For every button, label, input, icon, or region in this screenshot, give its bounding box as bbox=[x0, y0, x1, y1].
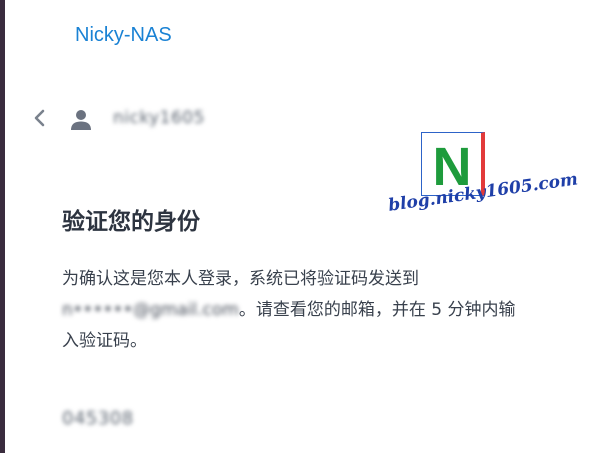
login-panel: Nicky-NAS nicky1605 N blog.nicky1605.com… bbox=[5, 0, 599, 453]
back-button[interactable] bbox=[30, 106, 50, 130]
username-label: nicky1605 bbox=[113, 108, 205, 128]
masked-email: n••••••@gmail.com bbox=[62, 300, 239, 320]
instruction-part1: 为确认这是您本人登录，系统已将验证码发送到 bbox=[62, 269, 419, 289]
verification-code-input[interactable]: 045308 bbox=[62, 408, 134, 429]
chevron-left-icon[interactable] bbox=[30, 106, 50, 130]
page-title: 验证您的身份 bbox=[62, 209, 200, 235]
server-name: Nicky-NAS bbox=[75, 24, 172, 46]
instruction-text: 为确认这是您本人登录，系统已将验证码发送到 n••••••@gmail.com。… bbox=[62, 264, 532, 357]
user-icon bbox=[69, 108, 93, 132]
